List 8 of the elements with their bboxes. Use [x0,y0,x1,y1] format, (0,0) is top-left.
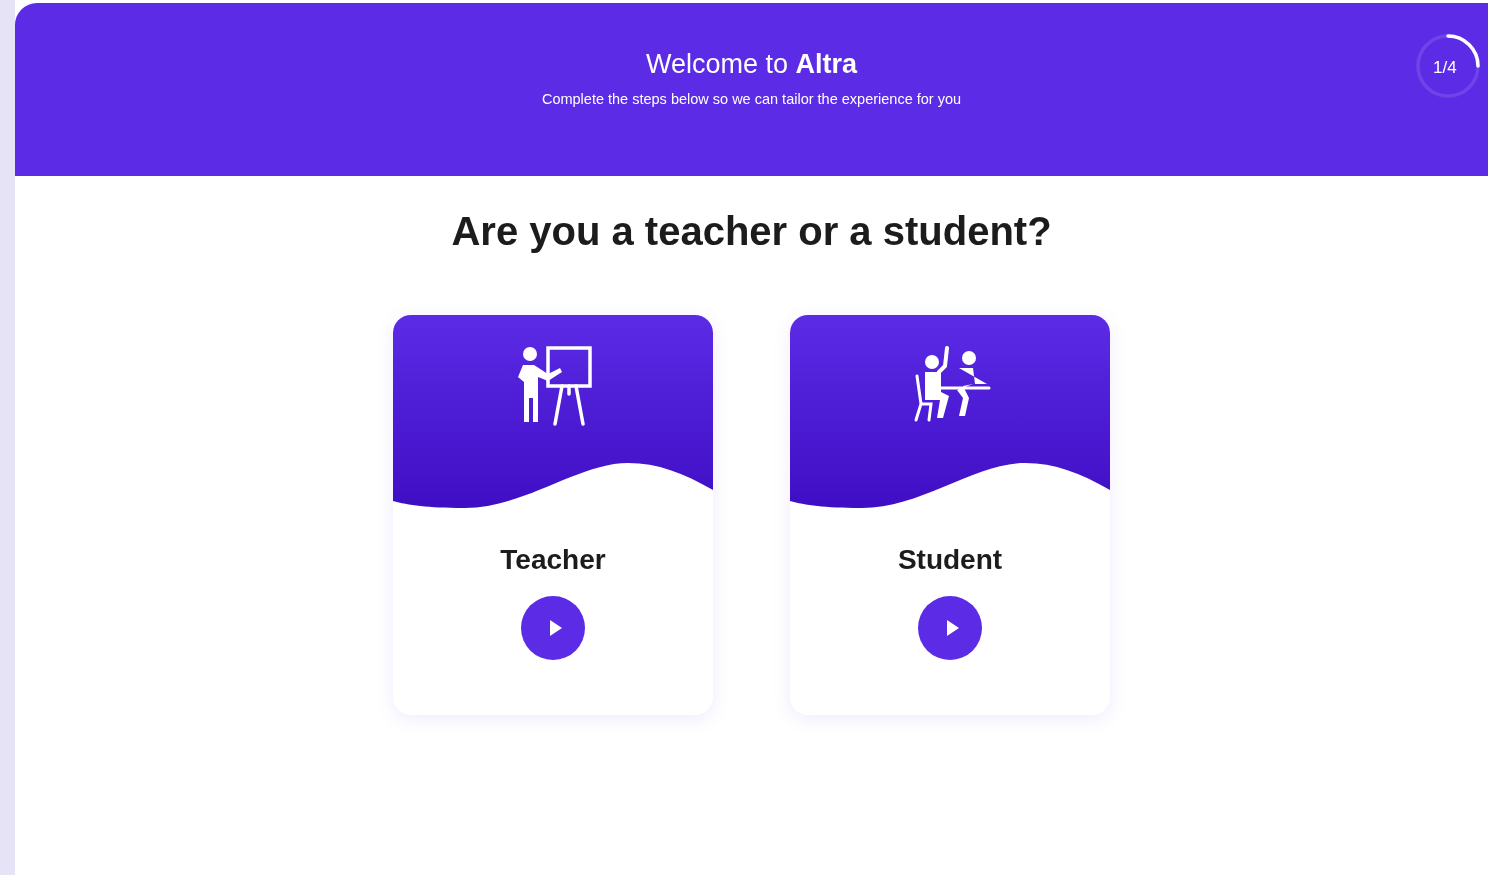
welcome-title: Welcome to Altra [645,49,858,80]
role-label: Teacher [500,544,606,576]
step-counter: 1/4 [1433,58,1457,78]
role-card[interactable]: Teacher [393,315,713,715]
role-label: Student [897,544,1003,576]
role-card[interactable]: Student [790,315,1110,715]
question-heading: Are you a teacher or a student? [451,209,1052,254]
welcome-subtitle: Complete the steps below so we can tailor the experience for you [541,90,962,109]
